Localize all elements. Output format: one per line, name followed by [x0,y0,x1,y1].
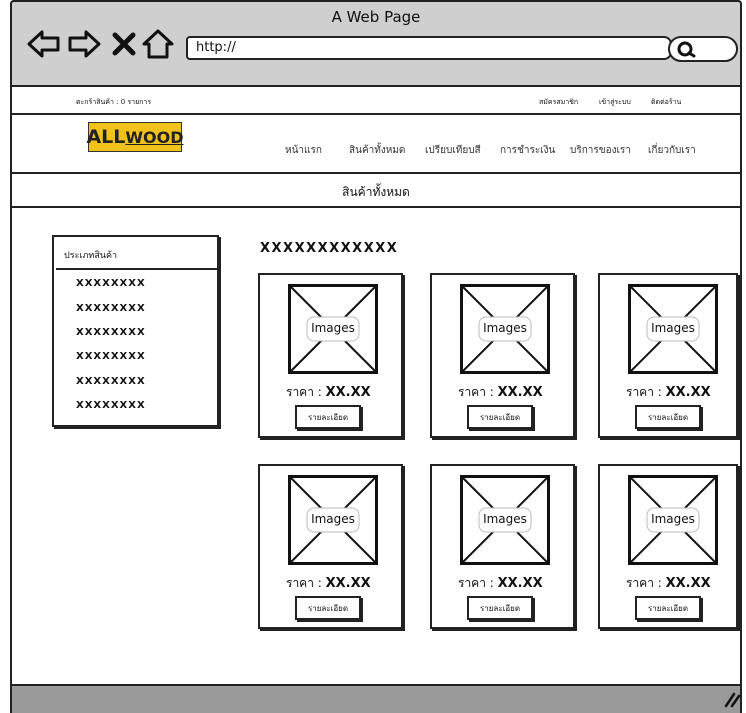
sidebar-item[interactable]: XXXXXXXX [76,400,146,411]
price-value: XX.XX [497,385,543,400]
close-icon[interactable] [106,26,142,62]
price-label: ราคา : [286,385,322,399]
price-row: ราคา : XX.XX [458,574,543,593]
detail-button[interactable]: รายละเอียด [295,405,361,429]
brand-logo[interactable]: ALL WOOD [86,122,184,152]
section-heading: XXXXXXXXXXXX [260,241,399,256]
nav-all-products[interactable]: สินค้าทั้งหมด [349,143,405,158]
image-label: Images [483,512,527,526]
image-label: Images [651,321,695,335]
price-row: ราคา : XX.XX [458,383,543,402]
price-value: XX.XX [497,576,543,591]
nav-payment[interactable]: การชำระเงิน [500,143,555,158]
detail-button[interactable]: รายละเอียด [295,596,361,620]
sidebar-divider [56,268,218,270]
detail-button[interactable]: รายละเอียด [467,405,533,429]
nav-home[interactable]: หน้าแรก [285,143,322,158]
image-label: Images [311,321,355,335]
price-value: XX.XX [665,576,711,591]
price-row: ราคา : XX.XX [286,574,371,593]
detail-button[interactable]: รายละเอียด [467,596,533,620]
resize-grip-icon[interactable] [724,690,741,712]
status-bar [12,684,740,713]
sidebar-item[interactable]: XXXXXXXX [76,278,146,289]
search-icon[interactable] [676,40,698,62]
logo-suffix: WOOD [125,127,184,147]
sidebar-item[interactable]: XXXXXXXX [76,327,146,338]
cart-summary[interactable]: ตะกร้าสินค้า : 0 รายการ [76,97,151,108]
price-label: ราคา : [458,385,494,399]
price-value: XX.XX [325,576,371,591]
nav-about[interactable]: เกี่ยวกับเรา [648,143,696,158]
sidebar-heading: ประเภทสินค้า [64,251,118,261]
detail-button[interactable]: รายละเอียด [635,405,701,429]
login-link[interactable]: เข้าสู่ระบบ [599,97,631,108]
price-label: ราคา : [286,576,322,590]
page-title: สินค้าทั้งหมด [342,185,410,199]
sidebar-item[interactable]: XXXXXXXX [76,351,146,362]
image-label: Images [651,512,695,526]
price-value: XX.XX [325,385,371,400]
price-label: ราคา : [626,385,662,399]
image-label: Images [311,512,355,526]
window-title: A Web Page [331,8,421,26]
nav-services[interactable]: บริการของเรา [570,143,631,158]
detail-button[interactable]: รายละเอียด [635,596,701,620]
image-label: Images [483,321,527,335]
contact-link[interactable]: ติดต่อร้าน [651,97,681,108]
nav-compare-colors[interactable]: เปรียบเทียบสี [425,143,481,158]
home-icon[interactable] [140,26,176,62]
sidebar-item[interactable]: XXXXXXXX [76,376,146,387]
logo-prefix: ALL [86,126,126,148]
back-icon[interactable] [26,26,62,62]
forward-icon[interactable] [66,26,102,62]
register-link[interactable]: สมัครสมาชิก [539,97,578,108]
price-row: ราคา : XX.XX [626,574,711,593]
price-row: ราคา : XX.XX [286,383,371,402]
price-row: ราคา : XX.XX [626,383,711,402]
price-label: ราคา : [626,576,662,590]
price-value: XX.XX [665,385,711,400]
address-bar[interactable]: http:// [186,36,672,60]
price-label: ราคา : [458,576,494,590]
sidebar-item[interactable]: XXXXXXXX [76,303,146,314]
